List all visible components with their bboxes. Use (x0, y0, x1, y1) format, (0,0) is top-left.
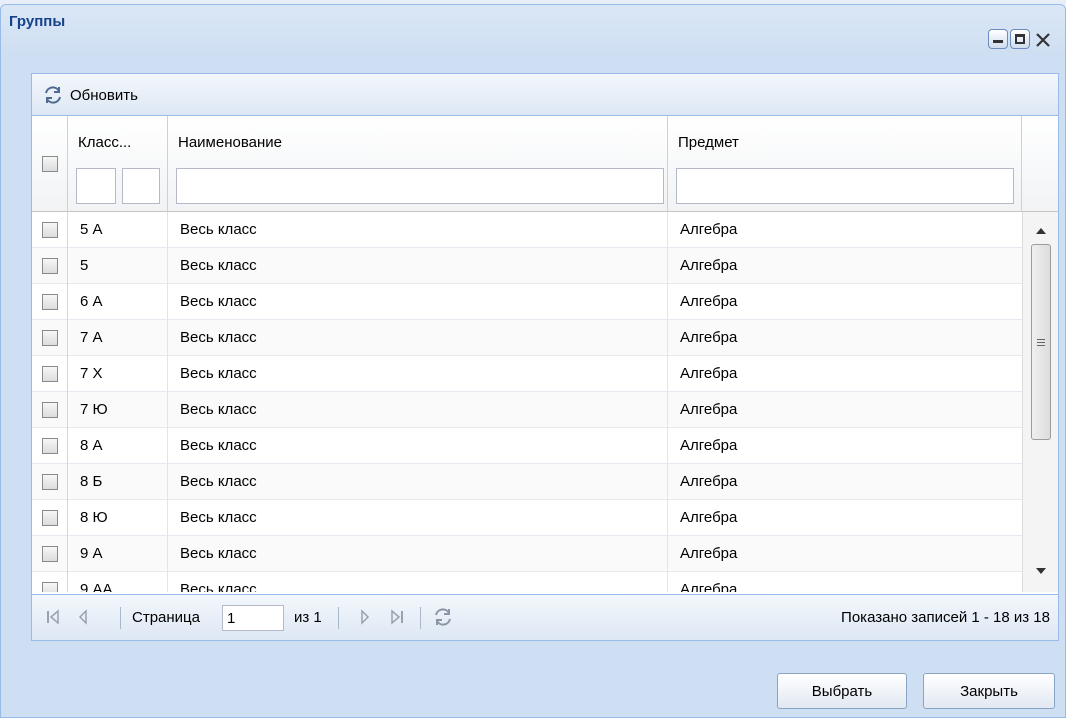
vertical-scrollbar[interactable] (1022, 212, 1058, 592)
table-row[interactable]: 7 Ю Весь класс Алгебра (32, 392, 1022, 428)
row-checkbox[interactable] (42, 294, 58, 310)
table-row[interactable]: 5 А Весь класс Алгебра (32, 212, 1022, 248)
table-row[interactable]: 7 Х Весь класс Алгебра (32, 356, 1022, 392)
groups-dialog: Группы Обновить Класс... Наименование Пр… (0, 4, 1066, 718)
next-page-icon[interactable] (360, 609, 370, 625)
prev-page-icon[interactable] (78, 609, 88, 625)
row-name: Весь класс (168, 212, 668, 248)
row-name: Весь класс (168, 320, 668, 356)
pager-refresh-icon[interactable] (432, 606, 454, 628)
dialog-titlebar[interactable]: Группы (1, 5, 1065, 53)
subject-filter-input[interactable] (676, 168, 1014, 204)
class-filter-input-1[interactable] (76, 168, 116, 204)
refresh-label: Обновить (70, 86, 138, 104)
table-row[interactable]: 8 Б Весь класс Алгебра (32, 464, 1022, 500)
row-class: 9 АА (68, 572, 168, 592)
row-subject: Алгебра (680, 257, 738, 274)
scroll-down-icon[interactable] (1036, 568, 1046, 574)
table-row[interactable]: 8 Ю Весь класс Алгебра (32, 500, 1022, 536)
first-page-icon[interactable] (46, 609, 60, 625)
dialog-title: Группы (9, 13, 66, 30)
row-checkbox[interactable] (42, 222, 58, 238)
row-checkbox[interactable] (42, 582, 58, 592)
last-page-icon[interactable] (390, 609, 404, 625)
row-subject: Алгебра (680, 365, 738, 382)
row-name: Весь класс (168, 536, 668, 572)
table-row[interactable]: 6 А Весь класс Алгебра (32, 284, 1022, 320)
row-name: Весь класс (168, 284, 668, 320)
groups-grid-panel: Обновить Класс... Наименование Предмет 5… (31, 73, 1059, 641)
row-checkbox[interactable] (42, 366, 58, 382)
close-icon[interactable] (1032, 29, 1052, 49)
column-header-name-label: Наименование (178, 134, 282, 151)
scroll-thumb[interactable] (1031, 244, 1051, 440)
page-count-label: из 1 (294, 609, 322, 626)
paging-toolbar: Страница из 1 Показано записей 1 - 18 из… (32, 594, 1058, 640)
grid-toolbar: Обновить (32, 74, 1058, 116)
column-header-subject[interactable]: Предмет (668, 116, 1022, 212)
row-subject: Алгебра (680, 329, 738, 346)
row-name: Весь класс (168, 572, 668, 592)
close-button[interactable]: Закрыть (923, 673, 1055, 709)
row-checkbox[interactable] (42, 402, 58, 418)
row-checkbox[interactable] (42, 258, 58, 274)
row-subject: Алгебра (680, 293, 738, 310)
row-checkbox[interactable] (42, 510, 58, 526)
table-row[interactable]: 8 А Весь класс Алгебра (32, 428, 1022, 464)
row-checkbox[interactable] (42, 438, 58, 454)
table-row[interactable]: 5 Весь класс Алгебра (32, 248, 1022, 284)
row-subject: Алгебра (680, 545, 738, 562)
row-subject: Алгебра (680, 473, 738, 490)
row-class: 7 А (68, 320, 168, 356)
row-name: Весь класс (168, 428, 668, 464)
row-class: 8 Б (68, 464, 168, 500)
column-header-class-label: Класс... (78, 134, 132, 151)
row-subject: Алгебра (680, 401, 738, 418)
column-header-name[interactable]: Наименование (168, 116, 668, 212)
row-checkbox[interactable] (42, 546, 58, 562)
select-all-checkbox[interactable] (42, 156, 58, 172)
row-subject: Алгебра (680, 509, 738, 526)
page-number-input[interactable] (222, 605, 284, 631)
row-checkbox[interactable] (42, 474, 58, 490)
header-select-all (32, 116, 68, 212)
row-class: 9 А (68, 536, 168, 572)
row-class: 6 А (68, 284, 168, 320)
page-label: Страница (132, 609, 200, 626)
row-subject: Алгебра (680, 581, 738, 592)
row-class: 8 А (68, 428, 168, 464)
name-filter-input[interactable] (176, 168, 664, 204)
row-subject: Алгебра (680, 437, 738, 454)
table-row[interactable]: 9 А Весь класс Алгебра (32, 536, 1022, 572)
row-class: 7 Ю (68, 392, 168, 428)
row-class: 5 (68, 248, 168, 284)
records-info: Показано записей 1 - 18 из 18 (841, 609, 1050, 626)
row-name: Весь класс (168, 500, 668, 536)
table-row[interactable]: 7 А Весь класс Алгебра (32, 320, 1022, 356)
row-name: Весь класс (168, 248, 668, 284)
row-name: Весь класс (168, 392, 668, 428)
row-name: Весь класс (168, 464, 668, 500)
row-class: 7 Х (68, 356, 168, 392)
refresh-button[interactable]: Обновить (38, 82, 142, 108)
row-name: Весь класс (168, 356, 668, 392)
maximize-icon[interactable] (1010, 29, 1030, 49)
minimize-icon[interactable] (988, 29, 1008, 49)
row-class: 5 А (68, 212, 168, 248)
row-class: 8 Ю (68, 500, 168, 536)
row-checkbox[interactable] (42, 330, 58, 346)
row-subject: Алгебра (680, 221, 738, 238)
grid-rows: 5 А Весь класс Алгебра 5 Весь класс Алге… (32, 212, 1022, 592)
grid-header: Класс... Наименование Предмет (32, 116, 1058, 212)
class-filter-input-2[interactable] (122, 168, 160, 204)
select-button[interactable]: Выбрать (777, 673, 907, 709)
table-row[interactable]: 9 АА Весь класс Алгебра (32, 572, 1022, 592)
refresh-icon (45, 86, 61, 104)
column-header-class[interactable]: Класс... (68, 116, 168, 212)
scroll-up-icon[interactable] (1036, 228, 1046, 234)
column-header-subject-label: Предмет (678, 134, 739, 151)
